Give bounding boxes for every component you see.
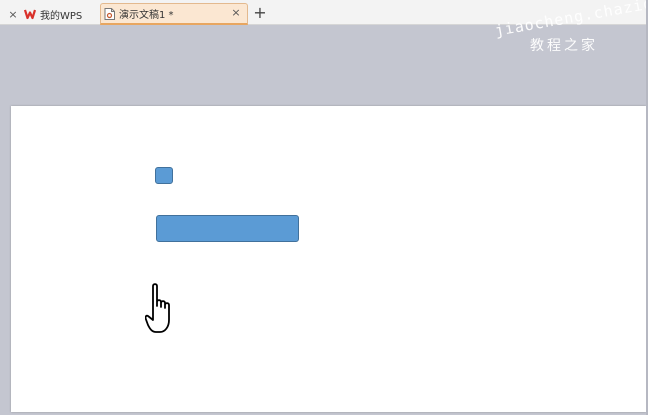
new-tab-button[interactable]: + bbox=[252, 4, 268, 22]
watermark: jiaocheng.chazidian.com 教程之家 bbox=[493, 0, 648, 58]
wide-rounded-rectangle[interactable] bbox=[156, 215, 299, 242]
close-icon[interactable]: × bbox=[229, 7, 243, 18]
watermark-title: 教程之家 bbox=[530, 38, 598, 54]
tab-label: 演示文稿1 * bbox=[119, 10, 174, 21]
presentation-doc-icon bbox=[104, 7, 115, 20]
close-icon[interactable]: × bbox=[6, 9, 20, 20]
small-rounded-rectangle[interactable] bbox=[155, 167, 173, 184]
tab-presentation[interactable]: 演示文稿1 * × bbox=[100, 3, 248, 25]
wps-logo-icon bbox=[24, 8, 36, 20]
slide-canvas[interactable] bbox=[11, 106, 646, 412]
tab-my-wps[interactable]: × 我的WPS bbox=[6, 3, 101, 25]
tab-label: 我的WPS bbox=[40, 10, 83, 22]
hand-pointer-icon bbox=[144, 282, 181, 336]
